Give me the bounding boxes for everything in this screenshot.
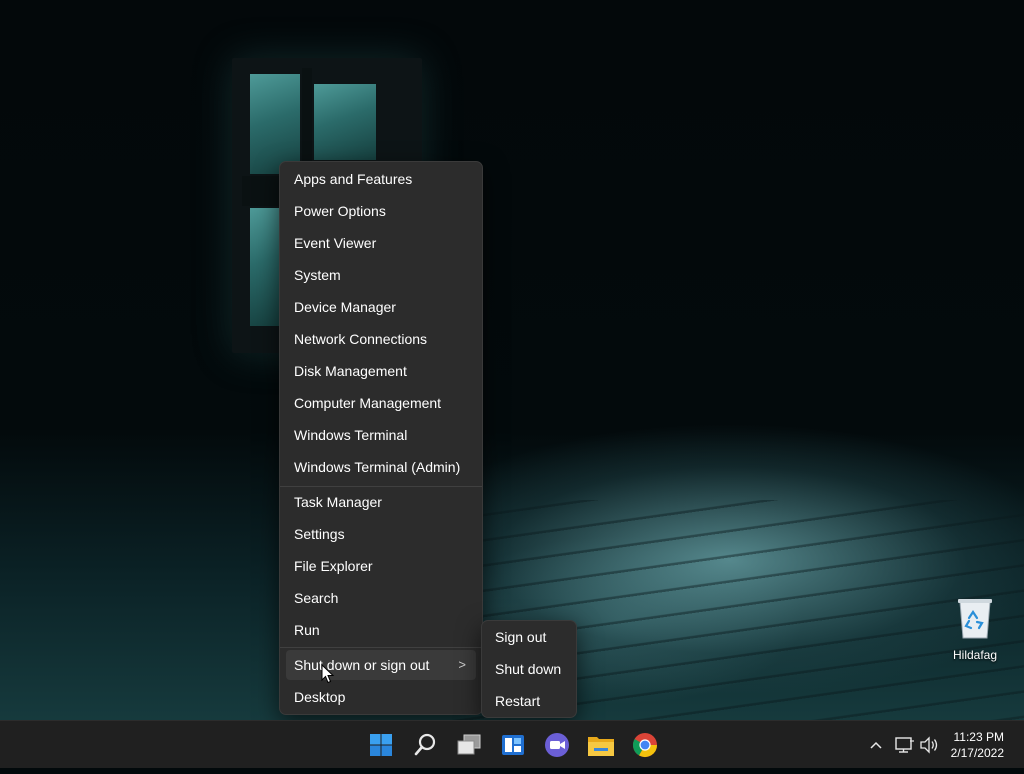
desktop-wallpaper [0, 0, 1024, 720]
chrome-icon[interactable] [629, 729, 661, 761]
menu-item-file-explorer[interactable]: File Explorer [286, 551, 476, 581]
widgets-icon[interactable] [497, 729, 529, 761]
menu-item-computer-management[interactable]: Computer Management [286, 388, 476, 418]
chevron-right-icon: > [458, 657, 466, 672]
menu-item-label: Shut down or sign out [294, 657, 430, 673]
chevron-up-icon[interactable] [866, 721, 886, 769]
menu-item-search[interactable]: Search [286, 583, 476, 613]
menu-item-event-viewer[interactable]: Event Viewer [286, 228, 476, 258]
menu-item-apps-and-features[interactable]: Apps and Features [286, 164, 476, 194]
desktop-icon-label: Hildafag [952, 648, 998, 662]
mouse-cursor-icon [321, 663, 335, 684]
menu-item-device-manager[interactable]: Device Manager [286, 292, 476, 322]
start-icon[interactable] [365, 729, 397, 761]
menu-item-system[interactable]: System [286, 260, 476, 290]
submenu-item-shut-down[interactable]: Shut down [487, 654, 571, 684]
menu-item-settings[interactable]: Settings [286, 519, 476, 549]
menu-item-task-manager[interactable]: Task Manager [286, 487, 476, 517]
volume-icon[interactable] [918, 721, 940, 769]
network-icon[interactable] [893, 721, 915, 769]
clock-date: 2/17/2022 [950, 746, 1004, 760]
menu-item-desktop[interactable]: Desktop [286, 682, 476, 712]
submenu-item-sign-out[interactable]: Sign out [487, 622, 571, 652]
clock-time: 11:23 PM [953, 730, 1004, 744]
recycle-bin-icon [956, 596, 994, 640]
menu-item-windows-terminal-admin[interactable]: Windows Terminal (Admin) [286, 452, 476, 482]
task-view-icon[interactable] [453, 729, 485, 761]
menu-item-network-connections[interactable]: Network Connections [286, 324, 476, 354]
menu-item-run[interactable]: Run [286, 615, 476, 645]
system-clock[interactable]: 11:23 PM 2/17/2022 [951, 729, 1004, 761]
taskbar: 11:23 PM 2/17/2022 [0, 720, 1024, 768]
search-icon[interactable] [409, 729, 441, 761]
menu-item-shut-down-or-sign-out[interactable]: Shut down or sign out > [286, 650, 476, 680]
winx-context-menu: Apps and Features Power Options Event Vi… [279, 161, 483, 715]
menu-separator [280, 647, 482, 648]
file-explorer-icon[interactable] [585, 729, 617, 761]
chat-icon[interactable] [541, 729, 573, 761]
shutdown-submenu: Sign out Shut down Restart [481, 620, 577, 718]
desktop-icon-recycle-bin[interactable]: Hildafag [948, 596, 1002, 662]
menu-item-windows-terminal[interactable]: Windows Terminal [286, 420, 476, 450]
submenu-item-restart[interactable]: Restart [487, 686, 571, 716]
menu-item-power-options[interactable]: Power Options [286, 196, 476, 226]
menu-item-disk-management[interactable]: Disk Management [286, 356, 476, 386]
